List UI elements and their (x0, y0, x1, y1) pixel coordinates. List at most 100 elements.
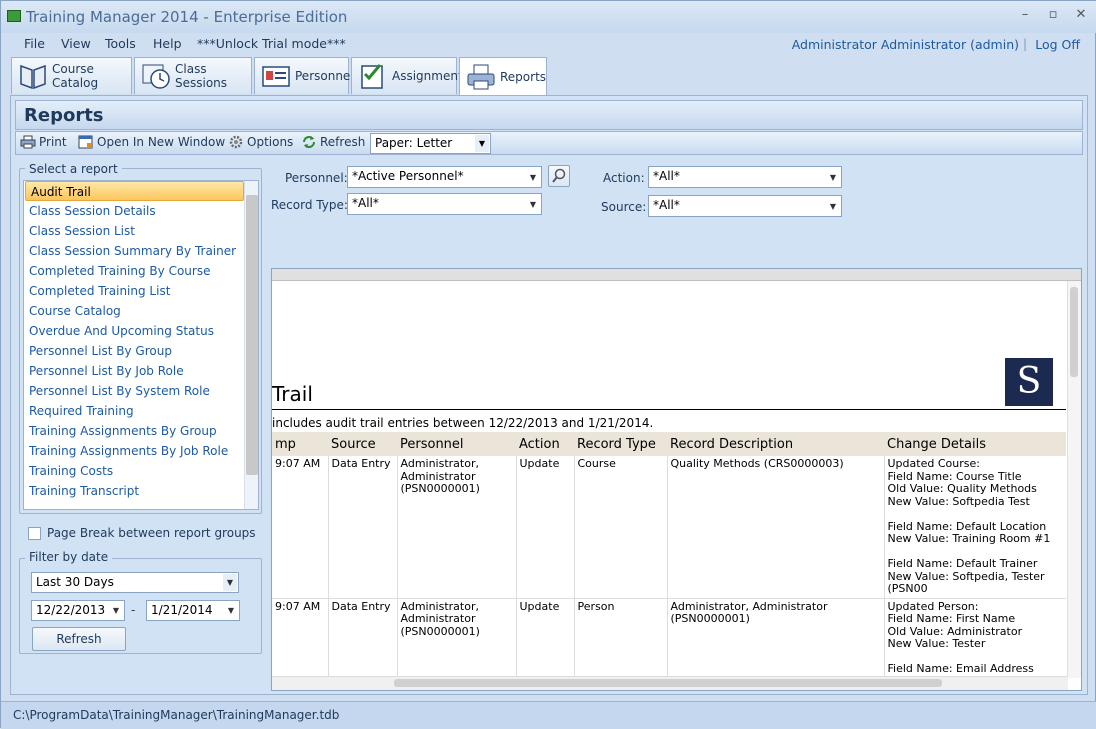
options-label: Options (247, 135, 294, 149)
report-list-item[interactable]: Training Assignments By Job Role (24, 441, 258, 461)
menu-file[interactable]: File (24, 36, 45, 51)
report-list-item[interactable]: Audit Trail (25, 181, 244, 201)
sidebar: Select a report Audit Trail Class Session… (11, 156, 267, 696)
logoff-link[interactable]: Log Off (1035, 37, 1080, 52)
report-list-item[interactable]: Overdue And Upcoming Status (24, 321, 258, 341)
close-button[interactable]: ✕ (1071, 7, 1091, 25)
column-header: Action (516, 432, 574, 456)
tab-reports[interactable]: Reports (459, 57, 547, 96)
report-list-item[interactable]: Training Assignments By Group (24, 421, 258, 441)
print-button[interactable]: Print (20, 135, 67, 149)
source-select[interactable]: *All* ▼ (648, 195, 842, 217)
action-value: *All* (653, 169, 680, 183)
book-icon (18, 61, 48, 91)
report-list-item[interactable]: Class Session Summary By Trainer (24, 241, 258, 261)
table-cell: Updated Course: Field Name: Course Title… (883, 456, 1066, 599)
scroll-thumb[interactable] (394, 679, 942, 687)
scroll-thumb[interactable] (1070, 287, 1078, 377)
date-range-select[interactable]: Last 30 Days ▼ (31, 572, 239, 593)
select-report-title: Select a report (25, 162, 122, 176)
options-button[interactable]: Options (228, 135, 293, 149)
menu-separator: | (1022, 37, 1027, 51)
report-list-item[interactable]: Training Costs (24, 461, 258, 481)
open-new-window-button[interactable]: Open In New Window (78, 135, 225, 149)
report-list-item[interactable]: Completed Training List (24, 281, 258, 301)
maximize-button[interactable]: ▫ (1043, 7, 1063, 25)
viewer-vertical-scrollbar[interactable] (1067, 281, 1081, 678)
report-list-item[interactable]: Training Transcript (24, 481, 258, 501)
personnel-select[interactable]: *Active Personnel* ▼ (347, 166, 542, 188)
viewer-horizontal-scrollbar[interactable] (272, 676, 1068, 690)
report-list-item[interactable]: Required Training (24, 401, 258, 421)
record-type-value: *All* (352, 196, 379, 210)
date-from-picker[interactable]: 12/22/2013 ▼ (31, 600, 125, 621)
action-select[interactable]: *All* ▼ (648, 166, 842, 188)
chevron-down-icon: ▼ (526, 168, 540, 186)
column-header: mp (272, 432, 328, 456)
source-value: *All* (653, 198, 680, 212)
app-icon (7, 10, 21, 22)
source-label: Source: (601, 200, 647, 214)
checkbox-box[interactable] (28, 526, 41, 540)
tab-assignments[interactable]: Assignments (351, 57, 469, 94)
gear-icon (228, 135, 244, 149)
menu-help[interactable]: Help (153, 36, 182, 51)
tab-course-catalog[interactable]: Course Catalog (11, 57, 132, 94)
table-cell: Data Entry (327, 456, 397, 599)
paper-size-select[interactable]: Paper: Letter ▼ (370, 133, 491, 154)
record-type-select[interactable]: *All* ▼ (347, 193, 542, 215)
page-title: Reports (24, 105, 104, 126)
report-list-item[interactable]: Class Session Details (24, 201, 258, 221)
report-list-item[interactable]: Class Session List (24, 221, 258, 241)
report-toolbar: Print Open In New Window Options Refresh… (15, 131, 1083, 155)
date-from-value: 12/22/2013 (36, 603, 106, 617)
scroll-thumb[interactable] (246, 195, 258, 475)
report-list-item[interactable]: Personnel List By Job Role (24, 361, 258, 381)
id-card-icon (261, 61, 291, 91)
menu-view[interactable]: View (61, 36, 91, 51)
tab-class-sessions[interactable]: Class Sessions (134, 57, 252, 94)
table-cell: Course (573, 456, 667, 599)
chevron-down-icon: ▼ (526, 195, 540, 213)
date-to-picker[interactable]: 1/21/2014 ▼ (146, 600, 240, 621)
record-type-label: Record Type: (271, 198, 348, 212)
chevron-down-icon: ▼ (826, 168, 840, 186)
printer-icon (20, 135, 36, 149)
audit-table: mp Source Personnel Action Record Type Record… (272, 432, 1066, 690)
report-list-item[interactable]: Completed Training By Course (24, 261, 258, 281)
report-list-item[interactable]: Personnel List By Group (24, 341, 258, 361)
company-logo: S (1005, 358, 1053, 406)
search-icon (551, 168, 567, 187)
table-cell: Administrator, Administrator (PSN0000001… (396, 456, 516, 599)
table-cell: Quality Methods (CRS0000003) (666, 456, 884, 599)
personnel-value: *Active Personnel* (352, 169, 464, 183)
report-list-item[interactable]: Personnel List By System Role (24, 381, 258, 401)
action-label: Action: (603, 171, 645, 185)
date-dash: - (131, 603, 136, 617)
database-path: C:\ProgramData\TrainingManager\TrainingM… (13, 708, 340, 722)
tab-label: Class Sessions (175, 62, 228, 90)
refresh-button[interactable]: Refresh (301, 135, 365, 149)
tab-personnel[interactable]: Personnel (254, 57, 354, 94)
title-bar: Training Manager 2014 - Enterprise Editi… (1, 1, 1096, 33)
tab-label: Personnel (295, 69, 354, 83)
chevron-down-icon: ▼ (109, 602, 123, 619)
app-window: Training Manager 2014 - Enterprise Editi… (0, 0, 1096, 729)
menu-unlock-trial[interactable]: ***Unlock Trial mode*** (197, 36, 346, 51)
menu-tools[interactable]: Tools (105, 36, 136, 51)
report-list-item[interactable]: Course Catalog (24, 301, 258, 321)
personnel-search-button[interactable] (548, 165, 570, 187)
filter-refresh-button[interactable]: Refresh (32, 627, 126, 651)
report-list-scrollbar[interactable] (244, 181, 258, 509)
date-to-value: 1/21/2014 (151, 603, 213, 617)
minimize-button[interactable]: – (1015, 7, 1035, 25)
table-cell: 9:07 AM (272, 456, 328, 599)
column-header: Record Description (667, 432, 884, 456)
reports-panel: Reports Print Open In New Window Options… (10, 95, 1088, 695)
open-new-window-label: Open In New Window (97, 135, 226, 149)
page-break-checkbox[interactable]: Page Break between report groups (28, 526, 256, 540)
report-viewer[interactable]: S Trail includes audit trail entries bet… (271, 268, 1082, 691)
report-list[interactable]: Audit Trail Class Session Details Class Se… (23, 180, 259, 510)
printer-icon (466, 62, 496, 92)
column-header: Change Details (884, 432, 1066, 456)
